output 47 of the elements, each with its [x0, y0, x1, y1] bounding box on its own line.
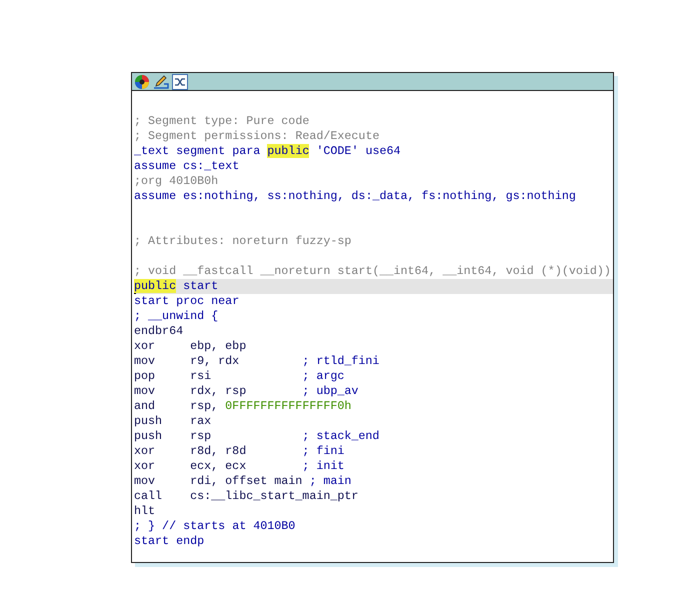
comment-line: ; Attributes: noreturn fuzzy-sp [134, 234, 352, 248]
operands: rdi, offset main [190, 474, 302, 489]
code-line: _text segment para public 'CODE' use64 [134, 144, 401, 158]
mnemonic: call [134, 489, 164, 504]
code-comment: ; init [302, 459, 344, 473]
comment-line: ; Segment type: Pure code [134, 114, 310, 128]
code-comment: ; argc [302, 369, 344, 383]
operands: rax [190, 414, 212, 429]
mnemonic: xor [134, 444, 156, 459]
code-comment: ; main [309, 474, 352, 488]
mnemonic: hlt [134, 504, 156, 519]
code-line: public start [134, 279, 218, 293]
operands: rsi [190, 369, 212, 384]
mnemonic: endbr64 [134, 324, 184, 339]
mnemonic: push [134, 414, 164, 429]
code-comment: ; rtld_fini [302, 354, 380, 368]
mnemonic: push [134, 429, 164, 444]
color-wheel-icon[interactable] [134, 74, 150, 90]
comment-line: ; void __fastcall __noreturn start(__int64, __int64, void (*)(void)) [134, 264, 611, 278]
mnemonic: mov [134, 474, 156, 489]
mnemonic: pop [134, 369, 156, 384]
code-comment: ; fini [302, 444, 344, 458]
mnemonic: xor [134, 459, 156, 474]
code-line: start proc near [134, 294, 240, 308]
operands: rdx, rsp [190, 384, 248, 399]
operands: ebp, ebp [190, 339, 248, 354]
code-line: start endp [134, 534, 204, 548]
operands: ecx, ecx [190, 459, 248, 474]
code-line: ; __unwind { [134, 309, 218, 323]
code-line: assume es:nothing, ss:nothing, ds:_data, fs:nothing, gs:nothing [134, 189, 576, 203]
mnemonic: xor [134, 339, 156, 354]
operands: rsp [190, 429, 212, 444]
comment-line: ; Segment permissions: Read/Execute [134, 129, 380, 143]
mnemonic: mov [134, 384, 156, 399]
shuffle-icon[interactable] [172, 74, 188, 90]
operands: cs:__libc_start_main_ptr [190, 489, 358, 504]
mnemonic: and [134, 399, 156, 414]
operands: r9, rdx [190, 354, 240, 369]
code-line: assume cs:_text [134, 159, 240, 173]
pencil-icon[interactable] [153, 74, 169, 90]
operands: r8d, r8d [190, 444, 248, 459]
operands: rsp, 0FFFFFFFFFFFFFFF0h [190, 399, 352, 414]
code-line: ; } // starts at 4010B0 [134, 519, 296, 533]
code-comment: ; ubp_av [302, 384, 358, 398]
code-comment: ; stack_end [302, 429, 380, 443]
comment-line: ;org 4010B0h [134, 174, 218, 188]
mnemonic: mov [134, 354, 156, 369]
